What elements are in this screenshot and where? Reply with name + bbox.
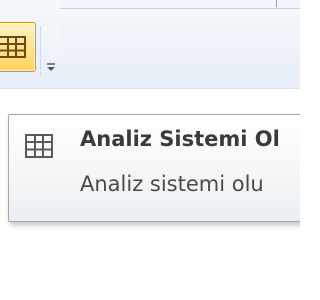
table-icon — [0, 36, 26, 58]
quick-access-toolbar — [0, 0, 300, 89]
table-button[interactable] — [0, 22, 36, 72]
table-icon — [25, 134, 53, 158]
screen-tip-title: Analiz Sistemi Ol — [80, 127, 280, 151]
screen-tip: Analiz Sistemi Ol Analiz sistemi olu — [8, 114, 300, 222]
customize-quick-access-toolbar-button[interactable] — [40, 26, 61, 76]
ribbon-top-edge — [60, 0, 300, 9]
screen-tip-description: Analiz sistemi olu — [80, 172, 264, 196]
customize-qat-dropdown-icon — [47, 63, 55, 71]
screen: Analiz Sistemi Ol Analiz sistemi olu — [0, 0, 300, 300]
ribbon-separator — [276, 0, 277, 7]
